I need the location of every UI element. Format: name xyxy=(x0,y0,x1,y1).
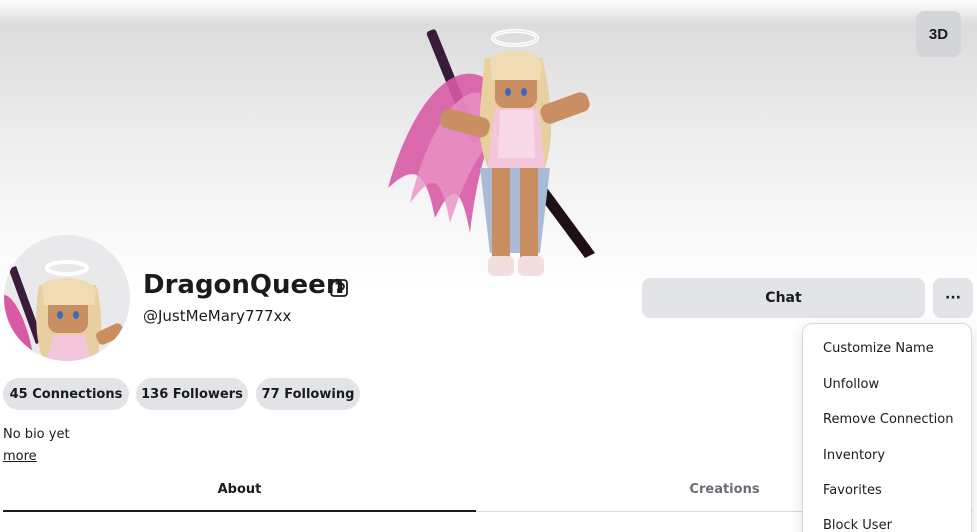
tab-about[interactable]: About xyxy=(3,468,476,512)
menu-item-block-user[interactable]: Block User xyxy=(823,518,892,532)
chat-button[interactable]: Chat xyxy=(642,278,925,318)
following-button[interactable]: 77 Following xyxy=(256,378,360,410)
more-options-button[interactable]: ··· xyxy=(933,278,973,318)
profile-banner: 3D xyxy=(0,0,977,290)
menu-item-inventory[interactable]: Inventory xyxy=(823,448,885,463)
menu-item-unfollow[interactable]: Unfollow xyxy=(823,377,879,392)
display-name: DragonQueen xyxy=(143,270,345,300)
premium-badge-icon xyxy=(330,279,348,297)
view-3d-button[interactable]: 3D xyxy=(916,11,961,57)
followers-button[interactable]: 136 Followers xyxy=(136,378,248,410)
avatar-headshot xyxy=(4,235,130,361)
menu-item-customize-name[interactable]: Customize Name xyxy=(823,341,934,356)
bio-text: No bio yet xyxy=(3,427,70,442)
username: @JustMeMary777xx xyxy=(143,307,292,325)
connections-button[interactable]: 45 Connections xyxy=(3,378,129,410)
avatar-full-body xyxy=(388,29,595,276)
menu-item-remove-connection[interactable]: Remove Connection xyxy=(823,412,953,427)
bio-more-link[interactable]: more xyxy=(3,449,37,464)
ellipsis-icon: ··· xyxy=(945,290,961,306)
more-options-menu: Customize Name Unfollow Remove Connectio… xyxy=(802,323,972,532)
menu-item-favorites[interactable]: Favorites xyxy=(823,483,882,498)
avatar xyxy=(4,235,130,361)
